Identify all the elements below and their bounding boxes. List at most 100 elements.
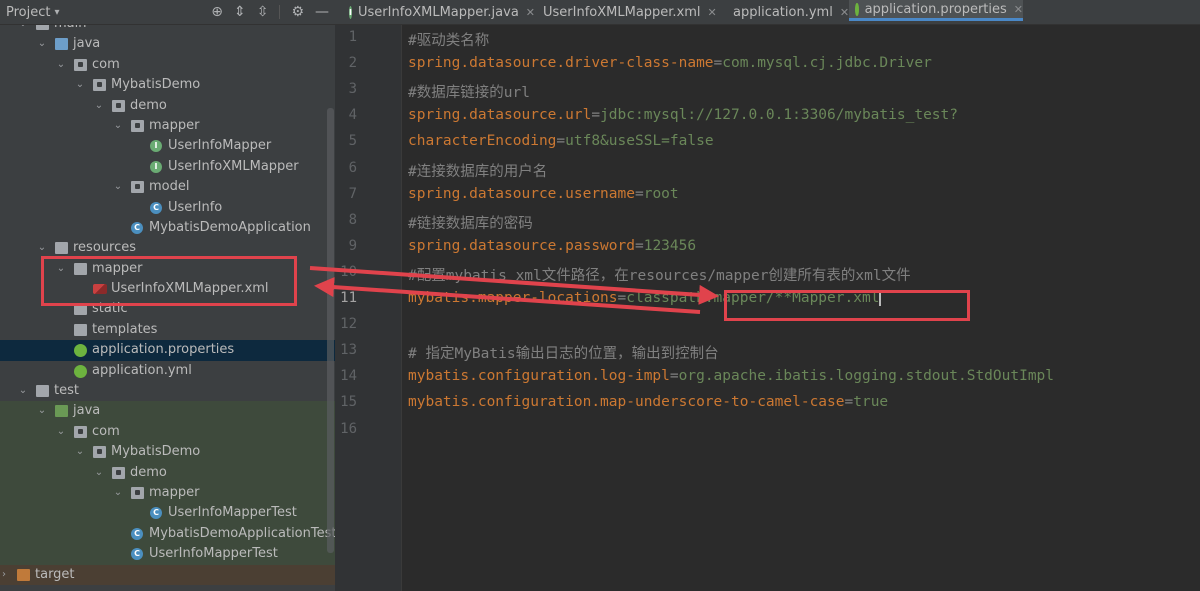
editor-tab-bar: I UserInfoXMLMapper.java ✕ UserInfoXMLMappe… bbox=[335, 0, 1200, 25]
property-key: spring.datasource.username bbox=[408, 185, 635, 202]
tree-item[interactable]: › target bbox=[0, 564, 335, 585]
chevron-down-icon[interactable]: ⌄ bbox=[112, 177, 124, 197]
property-value: 123456 bbox=[643, 237, 697, 254]
chevron-down-icon[interactable]: ⌄ bbox=[93, 463, 105, 483]
tree-item[interactable]: I UserInfoMapper bbox=[0, 136, 335, 156]
package-icon bbox=[93, 446, 106, 459]
tree-item[interactable]: ⌄ com bbox=[0, 55, 335, 75]
line-number: 5 bbox=[348, 133, 357, 150]
chevron-down-icon[interactable]: ⌄ bbox=[112, 483, 124, 503]
tree-item[interactable]: ⌄ java bbox=[0, 401, 335, 422]
code-line[interactable]: mybatis.configuration.map-underscore-to-… bbox=[408, 394, 888, 410]
package-icon bbox=[131, 486, 144, 499]
class-icon: C bbox=[150, 507, 162, 520]
code-line[interactable]: characterEncoding=utf8&useSSL=false bbox=[408, 133, 714, 149]
folder-icon bbox=[55, 405, 68, 418]
tree-item[interactable]: application.properties bbox=[0, 340, 335, 361]
chevron-down-icon[interactable]: ⌄ bbox=[17, 381, 29, 401]
chevron-down-icon[interactable]: ⌄ bbox=[74, 442, 86, 462]
property-value: com.mysql.cj.jdbc.Driver bbox=[722, 55, 932, 72]
code-line[interactable]: #数据库链接的url bbox=[408, 81, 530, 102]
chevron-right-icon[interactable]: › bbox=[0, 565, 10, 585]
code-line[interactable]: #驱动类名称 bbox=[408, 29, 489, 50]
code-line[interactable]: #链接数据库的密码 bbox=[408, 212, 533, 233]
line-number: 16 bbox=[340, 420, 357, 437]
close-icon[interactable]: ✕ bbox=[708, 6, 717, 19]
comment-text: #配置mybatis xml文件路径，在resources/mapper创建所有… bbox=[408, 267, 911, 284]
tree-item[interactable]: ⌄ MybatisDemo bbox=[0, 442, 335, 463]
chevron-down-icon[interactable]: ⌄ bbox=[36, 34, 48, 54]
tree-item[interactable]: C MybatisDemoApplication bbox=[0, 218, 335, 238]
folder-icon bbox=[36, 385, 49, 398]
tree-item[interactable]: I UserInfoXMLMapper bbox=[0, 157, 335, 177]
chevron-down-icon[interactable]: ⌄ bbox=[112, 116, 124, 136]
tree-item-label: mapper bbox=[149, 484, 200, 500]
tree-item-label: UserInfoMapperTest bbox=[168, 505, 297, 521]
close-icon[interactable]: ✕ bbox=[840, 6, 849, 19]
code-line[interactable]: #连接数据库的用户名 bbox=[408, 160, 547, 181]
code-line[interactable]: #配置mybatis xml文件路径，在resources/mapper创建所有… bbox=[408, 264, 911, 285]
tree-item[interactable]: templates bbox=[0, 320, 335, 340]
tree-scrollbar[interactable] bbox=[327, 108, 334, 553]
chevron-down-icon[interactable]: ⌄ bbox=[55, 55, 67, 75]
code-line[interactable]: # 指定MyBatis输出日志的位置，输出到控制台 bbox=[408, 342, 719, 363]
editor-tab[interactable]: application.yml ✕ bbox=[721, 0, 849, 24]
tree-item[interactable]: application.yml bbox=[0, 361, 335, 381]
tree-item[interactable]: ⌄ demo bbox=[0, 462, 335, 483]
chevron-down-icon[interactable]: ⌄ bbox=[93, 96, 105, 116]
tree-item[interactable]: ⌄ demo bbox=[0, 96, 335, 116]
locate-file-icon[interactable]: ⊕ bbox=[211, 4, 223, 20]
property-value: true bbox=[853, 394, 889, 411]
tree-item[interactable]: C UserInfo bbox=[0, 198, 335, 218]
tree-item-label: MybatisDemoApplicationTest bbox=[149, 525, 335, 541]
tree-item[interactable]: ⌄ com bbox=[0, 421, 335, 443]
close-icon[interactable]: ✕ bbox=[1014, 3, 1023, 16]
line-number: 4 bbox=[348, 107, 357, 124]
property-key: mybatis.configuration.log-impl bbox=[408, 368, 670, 385]
equals-sign: = bbox=[634, 185, 644, 202]
package-icon bbox=[131, 119, 144, 132]
equals-sign: = bbox=[634, 237, 644, 254]
class-icon: C bbox=[150, 201, 162, 214]
tree-item[interactable]: ⌄ mapper bbox=[0, 482, 335, 504]
tree-item-label: model bbox=[149, 179, 190, 195]
editor-tab[interactable]: UserInfoXMLMapper.xml ✕ bbox=[531, 0, 717, 24]
tree-item[interactable]: ⌄ MybatisDemo bbox=[0, 75, 335, 95]
tree-item-label: application.properties bbox=[92, 342, 235, 358]
tree-item[interactable]: C MybatisDemoApplicationTest bbox=[0, 523, 335, 545]
tree-item[interactable]: ⌄ model bbox=[0, 177, 335, 197]
tree-item-label: demo bbox=[130, 97, 167, 113]
line-number: 3 bbox=[348, 81, 357, 98]
code-line[interactable]: spring.datasource.username=root bbox=[408, 186, 679, 202]
property-value: utf8&useSSL=false bbox=[565, 133, 714, 150]
comment-text: #链接数据库的密码 bbox=[408, 215, 533, 232]
tree-item[interactable]: ⌄ test bbox=[0, 381, 335, 401]
chevron-down-icon[interactable]: ▾ bbox=[54, 7, 59, 18]
interface-icon: I bbox=[150, 140, 162, 153]
tree-item[interactable]: ⌄ mapper bbox=[0, 116, 335, 136]
chevron-down-icon[interactable]: ⌄ bbox=[55, 422, 67, 442]
code-line[interactable]: spring.datasource.password=123456 bbox=[408, 238, 696, 254]
collapse-all-icon[interactable]: ⇳ bbox=[257, 4, 269, 20]
code-line[interactable]: spring.datasource.url=jdbc:mysql://127.0… bbox=[408, 107, 958, 123]
editor-tab[interactable]: I UserInfoXMLMapper.java ✕ bbox=[343, 0, 535, 24]
spring-icon bbox=[74, 364, 87, 378]
project-view-title[interactable]: Project bbox=[6, 5, 50, 20]
editor-tab[interactable]: application.properties ✕ bbox=[849, 0, 1023, 21]
property-key: spring.datasource.url bbox=[408, 107, 592, 124]
property-key: mybatis.mapper-locations bbox=[408, 290, 618, 306]
code-line[interactable]: spring.datasource.driver-class-name=com.… bbox=[408, 55, 932, 71]
tree-item[interactable]: ⌄ java bbox=[0, 34, 335, 54]
chevron-down-icon[interactable]: ⌄ bbox=[74, 75, 86, 95]
tree-item[interactable]: C UserInfoMapperTest bbox=[0, 544, 335, 565]
gear-icon[interactable]: ⚙ bbox=[291, 4, 304, 20]
expand-all-icon[interactable]: ⇕ bbox=[234, 4, 246, 20]
tree-item[interactable]: C UserInfoMapperTest bbox=[0, 503, 335, 524]
spring-icon bbox=[74, 344, 87, 358]
code-line[interactable]: mybatis.configuration.log-impl=org.apach… bbox=[408, 368, 1054, 384]
equals-sign: = bbox=[617, 290, 627, 306]
chevron-down-icon[interactable]: ⌄ bbox=[36, 401, 48, 421]
editor-tab-label: UserInfoXMLMapper.java bbox=[357, 4, 519, 20]
line-number: 13 bbox=[340, 342, 357, 359]
minimize-icon[interactable]: — bbox=[315, 4, 329, 20]
